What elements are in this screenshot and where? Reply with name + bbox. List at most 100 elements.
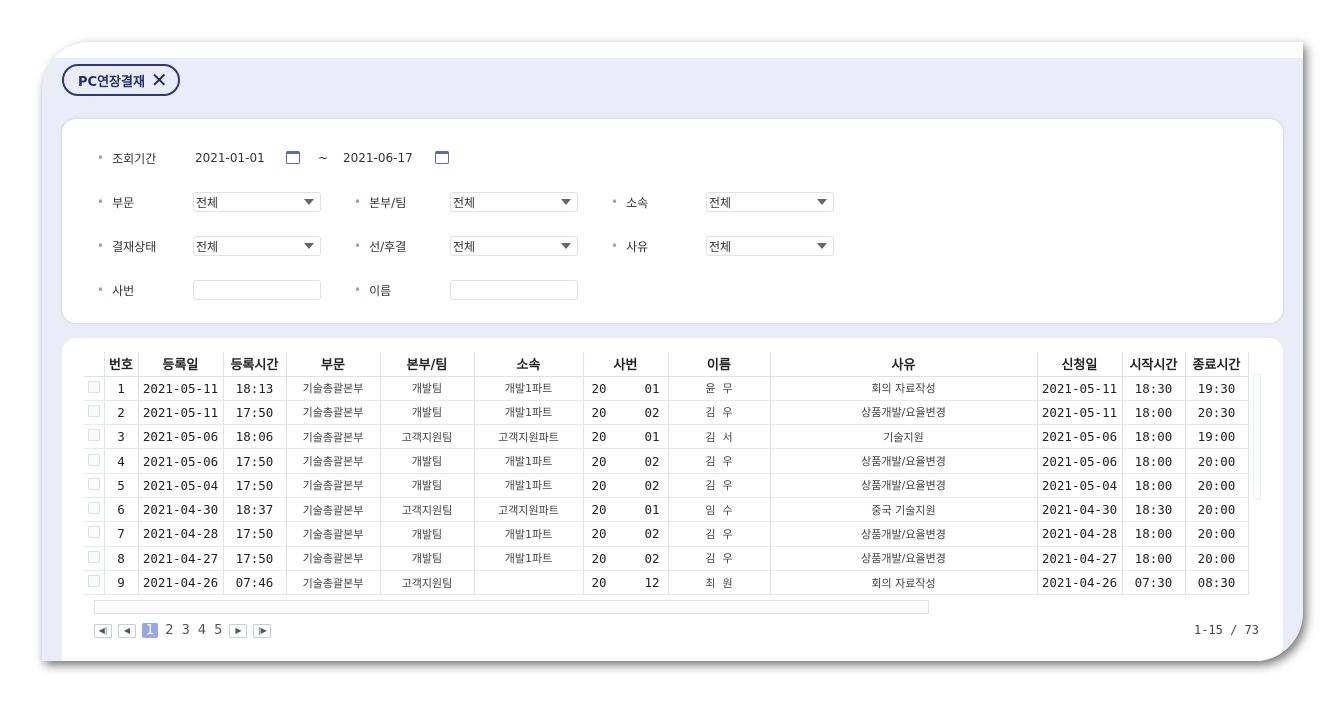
table-row[interactable]: 4 2021-05-06 17:50 기술총괄본부 개발팀 개발1파트 20 02 김 우 상품개… — [84, 448, 1249, 474]
affil-select[interactable]: 전체 — [706, 192, 834, 212]
horizontal-scrollbar[interactable] — [94, 600, 929, 614]
empno-suffix: 01 — [644, 380, 660, 396]
header-start-time[interactable]: 시작시간 — [1122, 352, 1186, 377]
status-select[interactable]: 전체 — [193, 236, 321, 256]
cell-name: 김 우 — [668, 546, 771, 571]
header-reason[interactable]: 사유 — [770, 352, 1038, 377]
header-dept[interactable]: 부문 — [286, 352, 381, 377]
cell-reg-time: 17:50 — [223, 546, 287, 571]
cell-affil: 개발1파트 — [474, 521, 584, 547]
header-empno[interactable]: 사번 — [583, 352, 669, 377]
reason-select[interactable]: 전체 — [706, 236, 834, 256]
date-from-input[interactable]: 2021-01-01 — [195, 148, 265, 168]
empno-suffix: 01 — [644, 502, 660, 518]
prepost-select[interactable]: 전체 — [450, 236, 578, 256]
page-4[interactable]: 4 — [197, 623, 207, 638]
cell-reg-date: 2021-04-26 — [138, 570, 224, 596]
cell-start-time: 07:30 — [1122, 570, 1186, 596]
table-row[interactable]: 3 2021-05-06 18:06 기술총괄본부 고객지원팀 고객지원파트 20 01 김 서… — [84, 424, 1249, 450]
cell-reg-time: 17:50 — [223, 448, 287, 474]
empno-prefix: 20 — [591, 380, 607, 396]
cell-end-time: 19:30 — [1185, 376, 1249, 401]
tab-pc-overtime-approval[interactable]: PC연장결재 ✕ — [62, 64, 180, 96]
table-row[interactable]: 1 2021-05-11 18:13 기술총괄본부 개발팀 개발1파트 20 01 윤 무 회의 … — [84, 376, 1249, 401]
cell-reason: 상품개발/요율변경 — [770, 400, 1038, 426]
row-checkbox[interactable] — [87, 477, 100, 490]
last-page-icon[interactable]: |▶ — [253, 623, 272, 638]
header-team[interactable]: 본부/팀 — [380, 352, 475, 377]
close-icon[interactable]: ✕ — [151, 70, 168, 90]
cell-team: 고객지원팀 — [380, 424, 475, 450]
table-row[interactable]: 5 2021-05-04 17:50 기술총괄본부 개발팀 개발1파트 20 02 김 우 상품개… — [84, 473, 1249, 498]
header-end-time[interactable]: 종료시간 — [1185, 352, 1249, 377]
row-checkbox[interactable] — [87, 575, 100, 588]
row-checkbox[interactable] — [87, 550, 100, 563]
cell-apply-date: 2021-05-06 — [1037, 424, 1123, 450]
team-select[interactable]: 전체 — [450, 192, 578, 212]
row-checkbox[interactable] — [87, 526, 100, 539]
cell-reason: 상품개발/요율변경 — [770, 521, 1038, 547]
header-reg-time[interactable]: 등록시간 — [223, 352, 287, 377]
cell-affil: 개발1파트 — [474, 473, 584, 498]
dept-select[interactable]: 전체 — [193, 192, 321, 212]
cell-reg-time: 18:06 — [223, 424, 287, 450]
cell-reg-time: 17:50 — [223, 473, 287, 498]
vertical-scrollbar[interactable] — [1253, 374, 1261, 500]
chevron-down-icon — [817, 199, 827, 205]
row-checkbox-cell — [84, 546, 105, 571]
row-checkbox[interactable] — [87, 404, 100, 417]
pagination: ◀| ◀ 1 2 3 4 5 ▶ |▶ — [94, 623, 272, 638]
header-reg-date[interactable]: 등록일 — [138, 352, 224, 377]
chevron-down-icon — [817, 243, 827, 249]
cell-affil: 개발1파트 — [474, 448, 584, 474]
cell-dept: 기술총괄본부 — [286, 521, 381, 547]
date-to-input[interactable]: 2021-06-17 — [343, 148, 413, 168]
next-page-icon[interactable]: ▶ — [229, 623, 248, 638]
empno-input[interactable] — [193, 280, 321, 300]
cell-apply-date: 2021-04-30 — [1037, 497, 1123, 523]
table-row[interactable]: 6 2021-04-30 18:37 기술총괄본부 고객지원팀 고객지원파트 20 01 임 수… — [84, 497, 1249, 523]
cell-empno: 20 02 — [583, 400, 669, 426]
cell-name: 윤 무 — [668, 376, 771, 401]
table-row[interactable]: 2 2021-05-11 17:50 기술총괄본부 개발팀 개발1파트 20 02 김 우 상품개… — [84, 400, 1249, 426]
cell-reason: 중국 기술지원 — [770, 497, 1038, 523]
cell-end-time: 08:30 — [1185, 570, 1249, 596]
calendar-icon[interactable] — [435, 151, 449, 164]
cell-team: 고객지원팀 — [380, 570, 475, 596]
table-row[interactable]: 8 2021-04-27 17:50 기술총괄본부 개발팀 개발1파트 20 02 김 우 상품개… — [84, 546, 1249, 571]
row-checkbox[interactable] — [87, 453, 100, 466]
header-apply-date[interactable]: 신청일 — [1037, 352, 1123, 377]
table-row[interactable]: 7 2021-04-28 17:50 기술총괄본부 개발팀 개발1파트 20 02 김 우 상품개… — [84, 521, 1249, 547]
cell-reg-date: 2021-05-04 — [138, 473, 224, 498]
table-row[interactable]: 9 2021-04-26 07:46 기술총괄본부 고객지원팀 20 12 최 원 회의 자료작… — [84, 570, 1249, 596]
page-3[interactable]: 3 — [181, 623, 191, 638]
header-checkbox-col — [84, 352, 105, 377]
first-page-icon[interactable]: ◀| — [94, 623, 112, 638]
cell-name: 김 우 — [668, 448, 771, 474]
cell-team: 고객지원팀 — [380, 497, 475, 523]
header-affil[interactable]: 소속 — [474, 352, 584, 377]
page-5[interactable]: 5 — [213, 623, 223, 638]
row-checkbox[interactable] — [87, 380, 100, 393]
cell-row-no: 5 — [104, 473, 139, 498]
chevron-down-icon — [304, 243, 314, 249]
cell-dept: 기술총괄본부 — [286, 424, 381, 450]
page-1[interactable]: 1 — [142, 623, 159, 638]
prev-page-icon[interactable]: ◀ — [118, 623, 136, 638]
page-2[interactable]: 2 — [164, 623, 174, 638]
row-checkbox[interactable] — [87, 429, 100, 442]
empno-suffix: 01 — [644, 429, 660, 445]
empno-prefix: 20 — [591, 453, 607, 469]
cell-end-time: 19:00 — [1185, 424, 1249, 450]
header-no[interactable]: 번호 — [104, 352, 139, 377]
calendar-icon[interactable] — [286, 151, 300, 164]
cell-empno: 20 01 — [583, 376, 669, 401]
row-checkbox[interactable] — [87, 502, 100, 515]
empno-suffix: 02 — [644, 526, 660, 542]
header-name[interactable]: 이름 — [668, 352, 771, 377]
row-checkbox-cell — [84, 424, 105, 450]
name-input[interactable] — [450, 280, 578, 300]
empno-prefix: 20 — [591, 526, 607, 542]
chevron-down-icon — [304, 199, 314, 205]
approval-table: 번호 등록일 등록시간 부문 본부/팀 소속 사번 이름 사유 신청일 시작시간… — [84, 352, 1249, 596]
